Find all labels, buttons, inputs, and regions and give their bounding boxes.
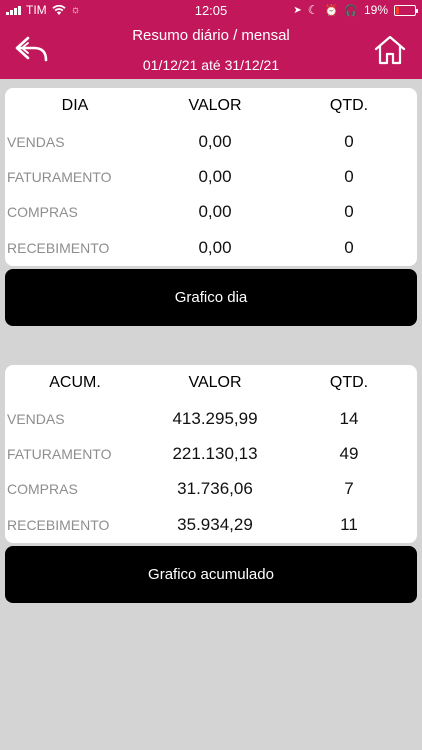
row-label: COMPRAS xyxy=(7,481,78,497)
row-value: 35.934,29 xyxy=(177,515,253,534)
row-label: VENDAS xyxy=(7,411,65,427)
column-header-qty: QTD. xyxy=(329,374,369,391)
row-label: VENDAS xyxy=(7,134,65,150)
row-value: 0,00 xyxy=(198,238,232,257)
row-qty: 7 xyxy=(344,479,354,498)
table-row: RECEBIMENTO 0,00 0 xyxy=(5,233,417,263)
row-label: RECEBIMENTO xyxy=(7,517,110,533)
row-label: RECEBIMENTO xyxy=(7,240,110,256)
row-qty: 0 xyxy=(344,132,354,151)
table-header: ACUM. VALOR QTD. xyxy=(5,368,417,398)
row-value: 0,00 xyxy=(198,167,232,186)
column-header-accumulated: ACUM. xyxy=(49,374,101,391)
row-value: 0,00 xyxy=(198,132,232,151)
table-row: FATURAMENTO 0,00 0 xyxy=(5,162,417,192)
headphones-icon: 🎧 xyxy=(344,4,358,17)
table-row: RECEBIMENTO 35.934,29 11 xyxy=(5,510,417,540)
row-label: FATURAMENTO xyxy=(7,446,112,462)
row-qty: 49 xyxy=(339,444,359,463)
moon-icon: ☾ xyxy=(307,3,319,17)
location-icon: ➤ xyxy=(293,4,302,16)
daily-summary-card: DIA VALOR QTD. VENDAS 0,00 0 FATURAMENTO… xyxy=(5,88,417,266)
daily-chart-button[interactable]: Grafico dia xyxy=(5,269,417,326)
table-row: VENDAS 0,00 0 xyxy=(5,127,417,157)
table-row: FATURAMENTO 221.130,13 49 xyxy=(5,439,417,469)
row-value: 31.736,06 xyxy=(177,479,253,498)
row-qty: 0 xyxy=(344,202,354,221)
alarm-icon: ⏰ xyxy=(324,4,339,17)
home-icon[interactable] xyxy=(374,34,406,66)
row-value: 0,00 xyxy=(198,202,232,221)
table-row: COMPRAS 0,00 0 xyxy=(5,197,417,227)
battery-fill xyxy=(396,6,399,14)
accumulated-chart-button[interactable]: Grafico acumulado xyxy=(5,546,417,603)
row-value: 221.130,13 xyxy=(172,444,258,463)
battery-icon xyxy=(394,4,418,16)
table-row: COMPRAS 31.736,06 7 xyxy=(5,474,417,504)
row-qty: 0 xyxy=(344,167,354,186)
row-label: FATURAMENTO xyxy=(7,169,112,185)
battery-percent: 19% xyxy=(363,3,388,17)
status-right: ➤ ☾ ⏰ 🎧 19% xyxy=(293,3,418,17)
column-header-qty: QTD. xyxy=(329,97,369,114)
row-value: 413.295,99 xyxy=(172,409,258,428)
table-header: DIA VALOR QTD. xyxy=(5,91,417,121)
row-qty: 14 xyxy=(339,409,359,428)
column-header-value: VALOR xyxy=(188,374,242,391)
table-row: VENDAS 413.295,99 14 xyxy=(5,404,417,434)
column-header-day: DIA xyxy=(61,97,89,114)
column-header-value: VALOR xyxy=(188,97,242,114)
row-qty: 11 xyxy=(340,515,358,534)
status-bar: TIM ☼ 12:05 ➤ ☾ ⏰ 🎧 19% xyxy=(0,0,422,22)
row-qty: 0 xyxy=(344,238,354,257)
page-title: Resumo diário / mensal xyxy=(132,27,290,44)
accumulated-summary-card: ACUM. VALOR QTD. VENDAS 413.295,99 14 FA… xyxy=(5,365,417,543)
row-label: COMPRAS xyxy=(7,204,78,220)
period-label: 01/12/21 até 31/12/21 xyxy=(142,57,280,73)
header-bar: Resumo diário / mensal 01/12/21 até 31/1… xyxy=(0,22,422,79)
